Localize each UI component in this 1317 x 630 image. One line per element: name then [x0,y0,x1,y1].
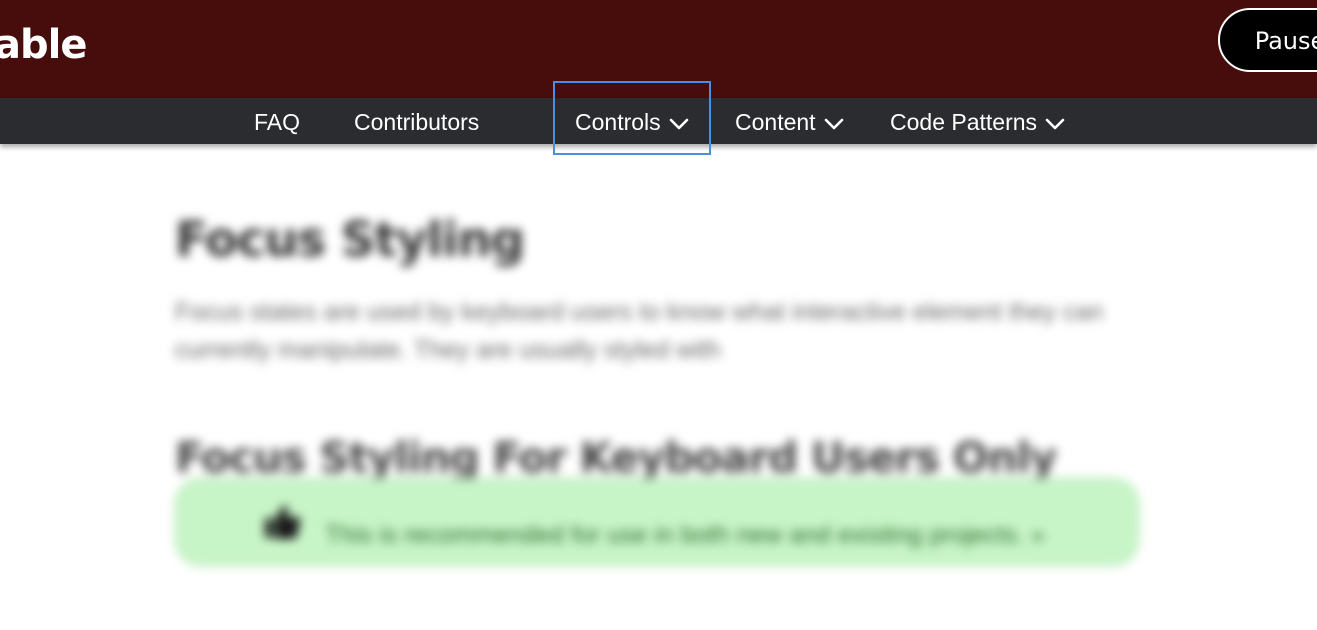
pause-animations-button[interactable]: Pause [1218,8,1317,72]
chevron-down-icon [1045,98,1065,146]
callout-text: This is recommended for use in both new … [325,521,1045,549]
nav-item-label: Code Patterns [890,109,1038,135]
nav-item-contributors[interactable]: Contributors [354,98,479,144]
site-logo[interactable]: able [0,20,87,70]
nav-item-label: Content [735,109,816,135]
chevron-down-icon [824,98,844,146]
page: able Pause FAQ Contributors Controls Con… [0,0,1317,630]
chevron-down-icon [669,98,689,146]
nav-item-label: Contributors [354,109,480,135]
site-header: able Pause [0,0,1317,98]
nav-item-label: Controls [575,109,661,135]
nav-item-code-patterns[interactable]: Code Patterns [890,98,1065,144]
nav-item-controls[interactable]: Controls [575,98,689,144]
nav-item-content[interactable]: Content [735,98,844,144]
section-title: Focus Styling For Keyboard Users Only [175,432,1057,482]
page-title: Focus Styling [175,212,525,269]
thumbs-up-icon [263,502,303,542]
intro-paragraph: Focus states are used by keyboard users … [175,298,1104,364]
blurred-main-content: Focus Styling Focus states are used by k… [0,144,1317,630]
main-navigation: FAQ Contributors Controls Content Code P… [0,98,1317,144]
recommendation-callout: This is recommended for use in both new … [175,478,1139,566]
nav-item-label: FAQ [254,109,301,135]
nav-item-faq[interactable]: FAQ [254,98,300,144]
